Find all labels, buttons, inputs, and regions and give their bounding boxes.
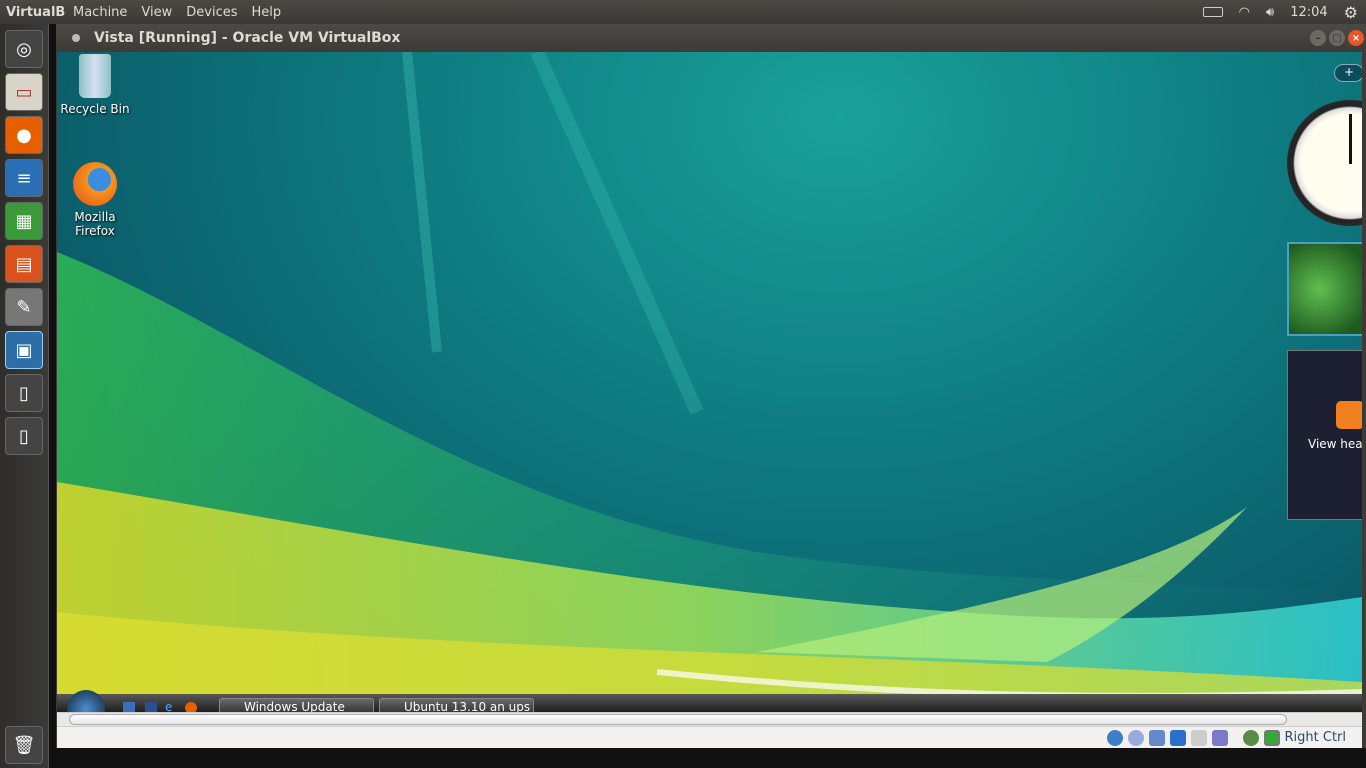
usb-drive-button-2[interactable]: ▯	[5, 417, 43, 455]
virtualbox-button[interactable]: ▣	[5, 331, 43, 369]
desktop-icon-firefox[interactable]: Mozilla Firefox	[57, 162, 133, 238]
window-title: Vista [Running] - Oracle VM VirtualBox	[94, 30, 401, 46]
slideshow-gadget[interactable]	[1287, 242, 1362, 336]
presentation-icon: ▤	[15, 253, 33, 275]
optical-drive-icon[interactable]	[1127, 729, 1144, 746]
shared-folders-icon[interactable]	[1190, 729, 1207, 746]
add-gadget-button[interactable]: +	[1334, 64, 1362, 82]
network-icon[interactable]	[1169, 729, 1186, 746]
scrollbar-thumb[interactable]	[69, 714, 1287, 725]
menu-devices[interactable]: Devices	[179, 5, 244, 20]
maximize-button[interactable]: □	[1329, 30, 1345, 46]
usb-drive-button[interactable]: ▯	[5, 374, 43, 412]
files-button[interactable]: ▭	[5, 73, 43, 111]
system-tray-icons[interactable]	[1272, 700, 1352, 710]
vm-screen[interactable]: Recycle Bin Mozilla Firefox + View headl…	[57, 52, 1362, 712]
usb-icon: ▯	[19, 382, 29, 404]
windows-taskbar: e Windows Update Ubuntu 13.10 an ups	[57, 690, 1362, 712]
spreadsheet-icon: ▦	[15, 210, 33, 232]
switch-windows-icon[interactable]	[145, 702, 157, 712]
power-gear-icon[interactable]: ⚙	[1344, 3, 1358, 22]
feed-headlines-gadget[interactable]: View headlines	[1287, 350, 1362, 520]
minimize-button[interactable]: –	[1310, 30, 1326, 46]
menu-help[interactable]: Help	[245, 5, 289, 20]
video-capture-icon[interactable]	[1211, 729, 1228, 746]
clock-hand	[1349, 114, 1352, 164]
usb-icon: ▯	[19, 425, 29, 447]
trash-button[interactable]: 🗑︎	[5, 726, 43, 764]
document-icon: ≡	[16, 167, 32, 189]
internet-explorer-icon[interactable]: e	[165, 700, 172, 712]
hard-disk-icon[interactable]	[1106, 729, 1123, 746]
dash-home-button[interactable]: ◎	[5, 30, 43, 68]
menu-view[interactable]: View	[134, 5, 179, 20]
wrench-icon: ✎	[16, 296, 32, 318]
virtualbox-window: Vista [Running] - Oracle VM VirtualBox –…	[56, 24, 1366, 748]
clock[interactable]: 12:04	[1290, 5, 1327, 20]
volume-icon[interactable]: 🔊︎	[1266, 5, 1274, 20]
file-cabinet-icon: ▭	[15, 81, 33, 103]
show-desktop-icon[interactable]	[123, 702, 135, 712]
wifi-icon[interactable]: ◠	[1239, 5, 1250, 20]
feed-text: View headlines	[1308, 437, 1362, 451]
usb-icon[interactable]	[1148, 729, 1165, 746]
rss-icon	[1336, 401, 1362, 429]
status-bar: Right Ctrl	[57, 726, 1362, 748]
firefox-button[interactable]: ●	[5, 116, 43, 154]
trash-icon: 🗑︎	[12, 734, 36, 756]
window-menu-icon[interactable]	[72, 34, 80, 42]
horizontal-scrollbar[interactable]	[57, 712, 1362, 726]
firefox-icon	[73, 162, 117, 206]
battery-icon[interactable]	[1202, 7, 1223, 17]
desktop-icon-label: Recycle Bin	[60, 102, 130, 116]
top-panel: VirtualBox Machine View Devices Help ◠ 🔊…	[0, 0, 1366, 24]
task-windows-update[interactable]: Windows Update	[219, 698, 374, 712]
keyboard-capture-icon[interactable]	[1263, 729, 1280, 746]
start-button[interactable]	[67, 690, 105, 712]
writer-button[interactable]: ≡	[5, 159, 43, 197]
launcher: ◎ ▭ ● ≡ ▦ ▤ ✎ ▣ ▯ ▯ 🗑︎	[0, 24, 49, 768]
firefox-quicklaunch-icon[interactable]	[185, 702, 197, 712]
firefox-icon: ●	[16, 124, 32, 146]
close-button[interactable]: ×	[1348, 30, 1364, 46]
monitor-icon: ▣	[15, 339, 33, 361]
impress-button[interactable]: ▤	[5, 245, 43, 283]
menu-machine[interactable]: Machine	[66, 5, 134, 20]
host-key-label: Right Ctrl	[1284, 730, 1347, 745]
desktop-icon-recycle-bin[interactable]: Recycle Bin	[57, 54, 133, 116]
ubuntu-logo-icon: ◎	[16, 38, 32, 60]
desktop-icon-label: Mozilla Firefox	[74, 210, 116, 238]
task-ubuntu-firefox[interactable]: Ubuntu 13.10 an ups	[379, 698, 534, 712]
recycle-bin-icon	[79, 54, 111, 98]
settings-button[interactable]: ✎	[5, 288, 43, 326]
app-name: VirtualBox	[6, 4, 66, 20]
calc-button[interactable]: ▦	[5, 202, 43, 240]
window-titlebar[interactable]: Vista [Running] - Oracle VM VirtualBox –…	[56, 24, 1366, 52]
wallpaper	[57, 52, 1362, 712]
mouse-integration-icon[interactable]	[1242, 729, 1259, 746]
